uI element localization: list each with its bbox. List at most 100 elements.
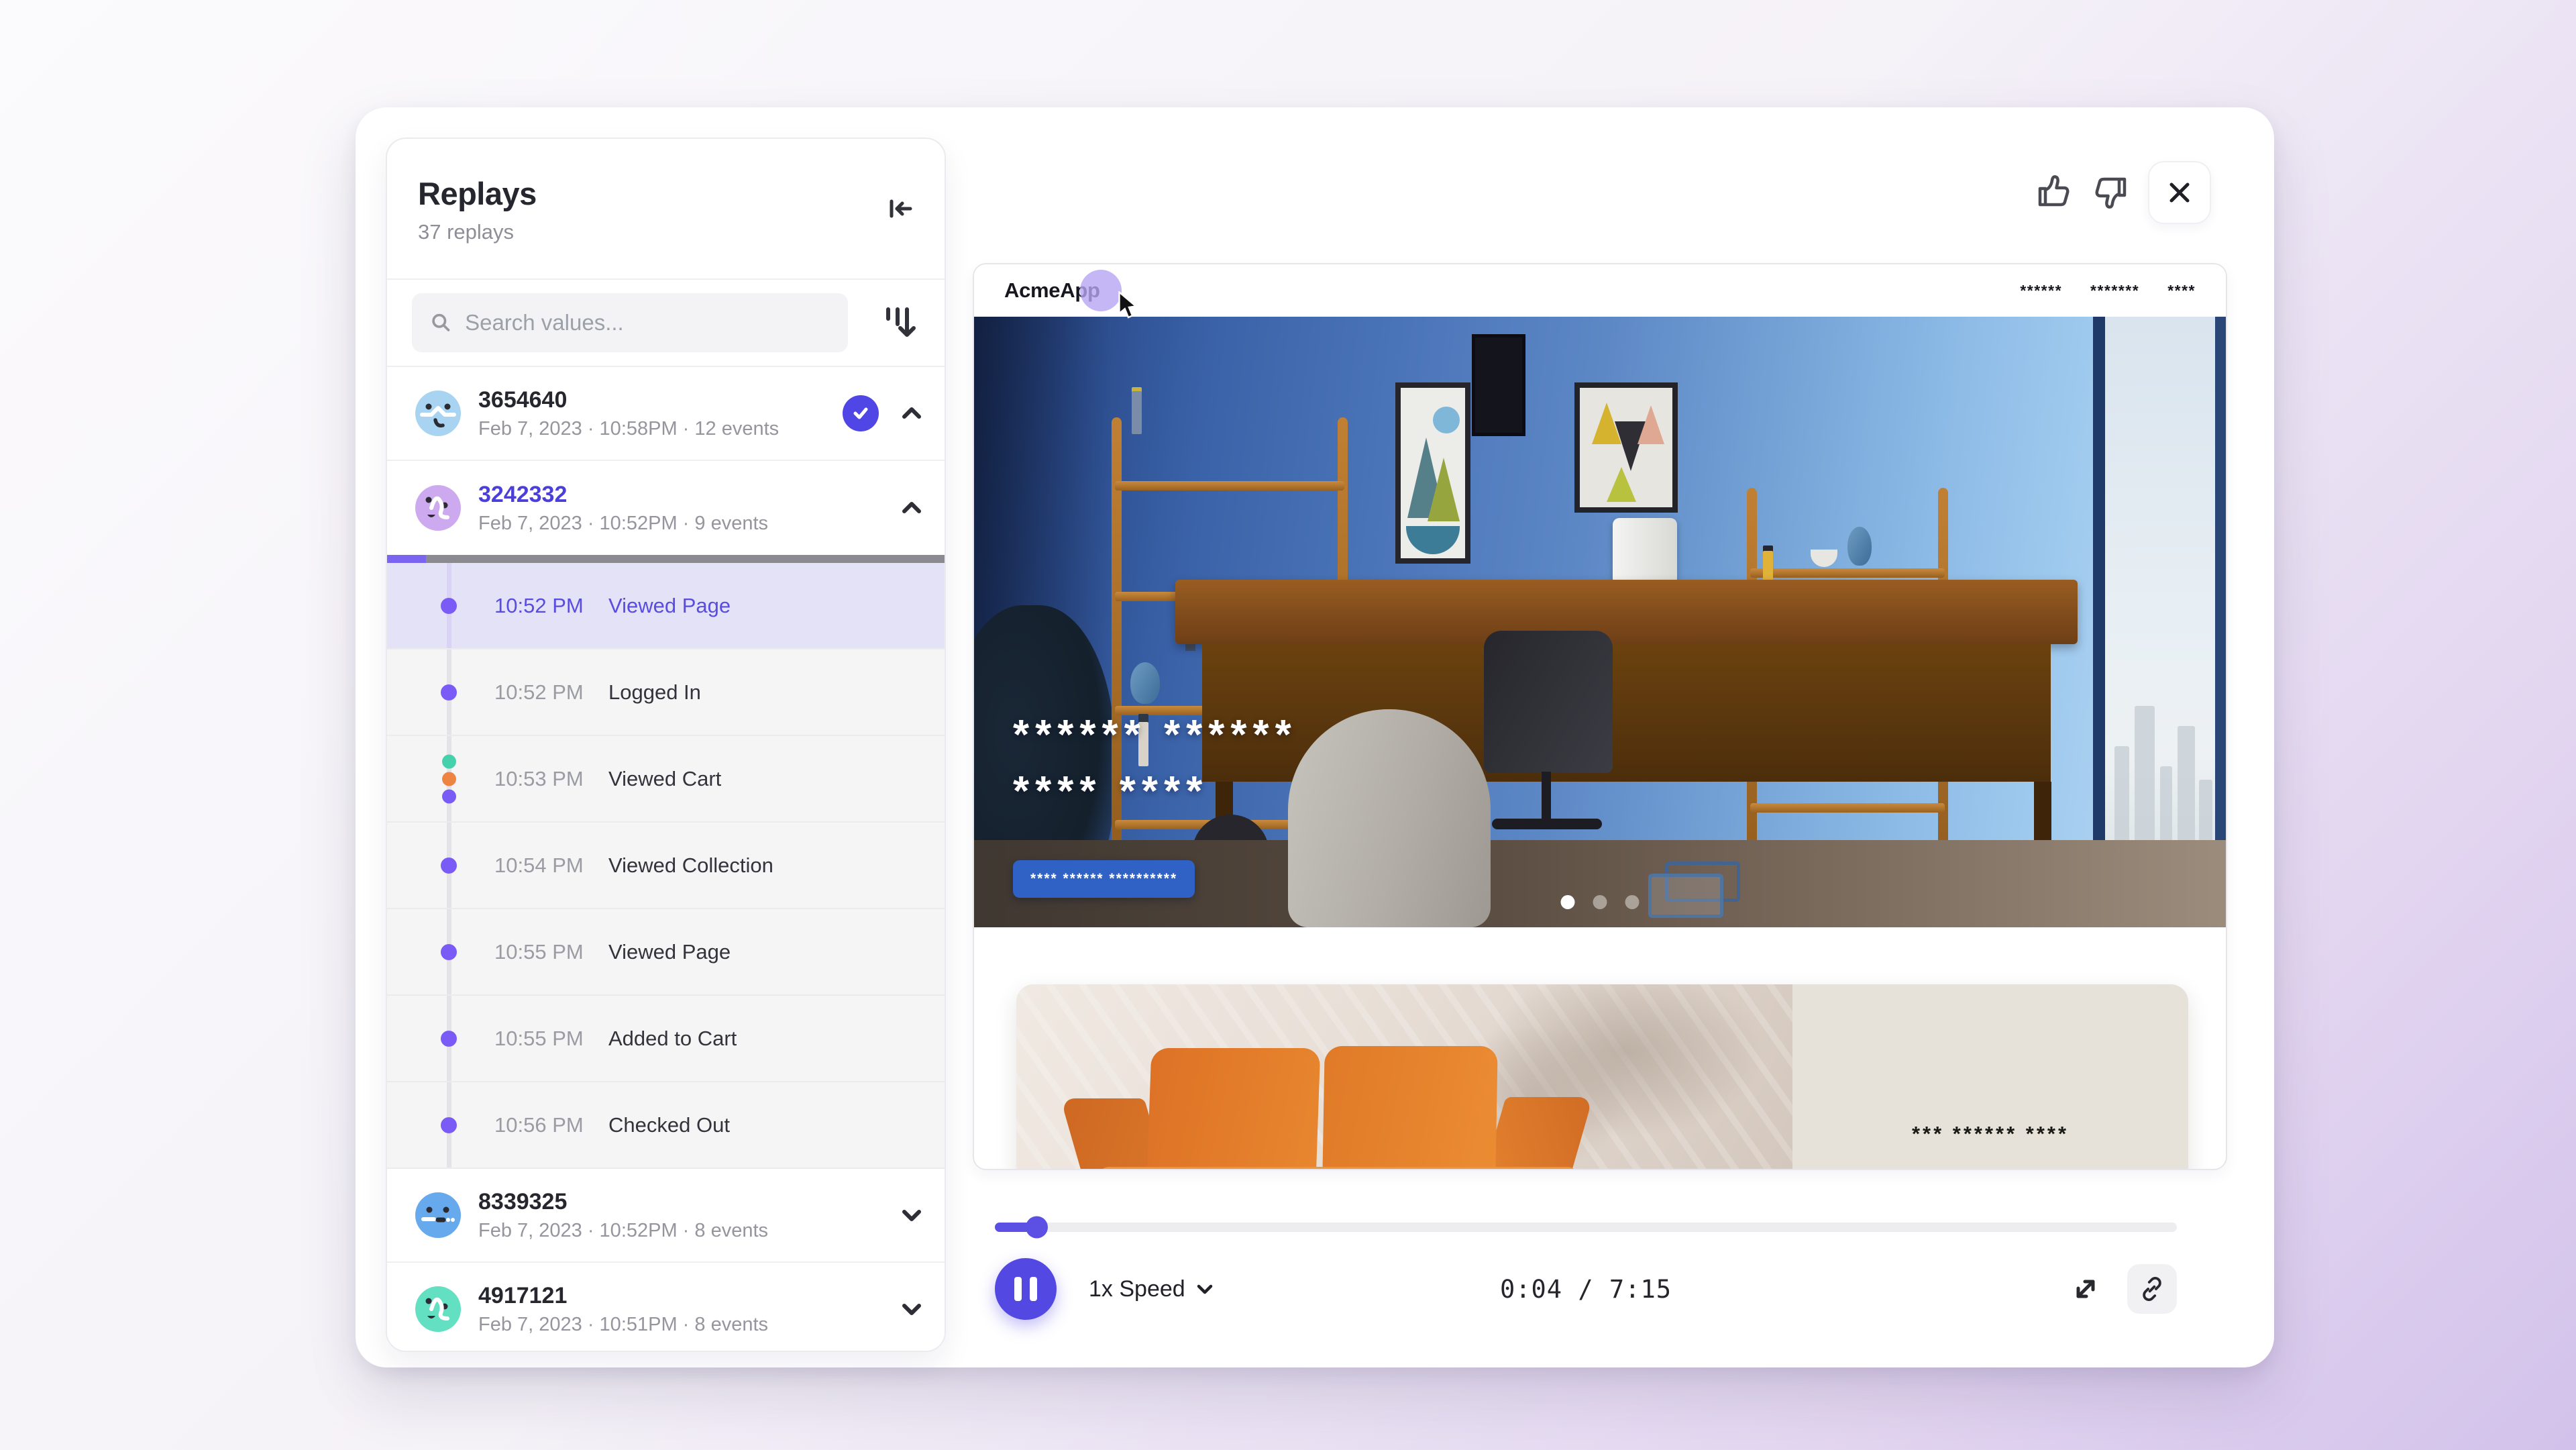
event-dot [442,772,456,786]
event-dot [441,598,457,614]
chevron-up-icon[interactable] [902,500,922,516]
avatar [415,1286,461,1332]
event-row[interactable]: 10:56 PM Checked Out [387,1082,945,1169]
thumbs-up-icon [2033,171,2072,210]
event-dot [441,1117,457,1133]
session-meta: Feb 7, 2023 · 10:51PM · 8 events [478,1314,768,1336]
event-row[interactable]: 10:54 PM Viewed Collection [387,823,945,909]
chevron-down-icon [1196,1282,1214,1296]
replayed-site-header: AcmeApp ****** ******* **** [974,264,2226,317]
sort-button[interactable] [881,304,916,342]
event-row[interactable]: 10:55 PM Viewed Page [387,909,945,996]
event-dot [441,944,457,960]
event-dot [441,1031,457,1047]
site-nav-item: ******* [2090,282,2139,300]
event-time: 10:55 PM [494,1027,608,1051]
event-dot [441,684,457,701]
avatar [415,485,461,531]
close-icon [2167,180,2192,205]
avatar [415,391,461,436]
search-input[interactable] [465,310,829,335]
watched-check-badge [843,395,879,431]
event-dot [442,789,456,803]
replay-count: 37 replays [418,220,914,244]
event-label: Viewed Cart [608,767,721,791]
session-progress-bar [387,555,945,563]
event-row[interactable]: 10:53 PM Viewed Cart [387,736,945,823]
search-box[interactable] [412,293,848,352]
carousel-dot [1625,895,1640,909]
collapse-panel-icon [885,194,915,223]
session-id: 3242332 [478,482,768,508]
session-id: 8339325 [478,1189,768,1215]
thumbs-down-button[interactable] [2092,172,2132,215]
event-dot-stack [442,754,456,803]
avatar [415,1192,461,1238]
expand-button[interactable] [2068,1272,2103,1306]
session-meta: Feb 7, 2023 · 10:52PM · 8 events [478,1220,768,1242]
session-progress-rest [426,555,945,563]
time-display: 0:04 / 7:15 [1500,1275,1672,1304]
cursor-icon [1116,291,1140,319]
time-total: 7:15 [1609,1275,1672,1304]
link-icon [2138,1275,2166,1303]
event-dot [442,754,456,768]
time-current: 0:04 [1500,1275,1562,1304]
chevron-down-icon[interactable] [902,1207,922,1223]
close-button[interactable] [2148,161,2211,224]
chevron-down-icon[interactable] [902,1301,922,1317]
event-time: 10:53 PM [494,767,608,791]
page-title: Replays [418,175,914,212]
event-label: Viewed Page [608,594,731,618]
session-row-3242332[interactable]: 3242332 Feb 7, 2023 · 10:52PM · 9 events [387,461,945,555]
event-time: 10:54 PM [494,853,608,878]
event-time: 10:56 PM [494,1113,608,1137]
event-time: 10:55 PM [494,940,608,964]
playback-scrubber[interactable] [995,1223,2177,1232]
site-nav-item: **** [2167,282,2196,300]
session-row-4917121[interactable]: 4917121 Feb 7, 2023 · 10:51PM · 8 events [387,1263,945,1352]
event-dot [441,858,457,874]
speed-label: 1x Speed [1089,1276,1185,1302]
carousel-dot-active [1561,895,1575,909]
event-row[interactable]: 10:52 PM Viewed Page [387,563,945,650]
event-label: Logged In [608,680,701,705]
event-row[interactable]: 10:52 PM Logged In [387,650,945,736]
event-time: 10:52 PM [494,594,608,618]
copy-link-button[interactable] [2127,1264,2177,1314]
click-highlight [1080,270,1122,311]
thumbs-up-button[interactable] [2033,169,2073,212]
session-row-8339325[interactable]: 8339325 Feb 7, 2023 · 10:52PM · 8 events [387,1169,945,1263]
site-nav-item: ****** [2020,282,2062,300]
site-promo-text-masked: *** ****** **** [1792,1122,2188,1146]
pause-icon [1030,1277,1037,1301]
thumbs-down-icon [2092,174,2131,213]
collapse-panel-button[interactable] [884,193,916,225]
sidebar-header: Replays 37 replays [387,139,945,280]
expand-icon [2070,1274,2101,1304]
search-icon [431,311,451,334]
speed-selector[interactable]: 1x Speed [1089,1276,1214,1302]
replays-sidebar: Replays 37 replays [386,138,946,1352]
event-label: Viewed Collection [608,853,773,878]
carousel-dot [1593,895,1607,909]
replay-viewport: AcmeApp ****** ******* **** [973,263,2227,1170]
event-row[interactable]: 10:55 PM Added to Cart [387,996,945,1082]
session-meta: Feb 7, 2023 · 10:58PM · 12 events [478,418,779,440]
event-label: Added to Cart [608,1027,737,1051]
site-hero-image: ****** ****** **** **** **** ****** ****… [974,317,2226,927]
check-icon [851,403,871,423]
site-nav: ****** ******* **** [2020,282,2196,300]
sort-descending-icon [881,304,916,342]
time-separator: / [1562,1275,1609,1304]
chevron-up-icon[interactable] [902,405,922,421]
pause-icon [1014,1277,1022,1301]
session-row-3654640[interactable]: 3654640 Feb 7, 2023 · 10:58PM · 12 event… [387,367,945,461]
session-progress-fill [387,555,426,563]
site-hero-headline-masked: ****** ****** [1013,711,1297,759]
pause-button[interactable] [995,1258,1057,1320]
event-label: Viewed Page [608,940,731,964]
scrubber-handle[interactable] [1026,1216,1048,1239]
player-controls: 1x Speed 0:04 / 7:15 [995,1258,2177,1320]
session-id: 4917121 [478,1283,768,1309]
